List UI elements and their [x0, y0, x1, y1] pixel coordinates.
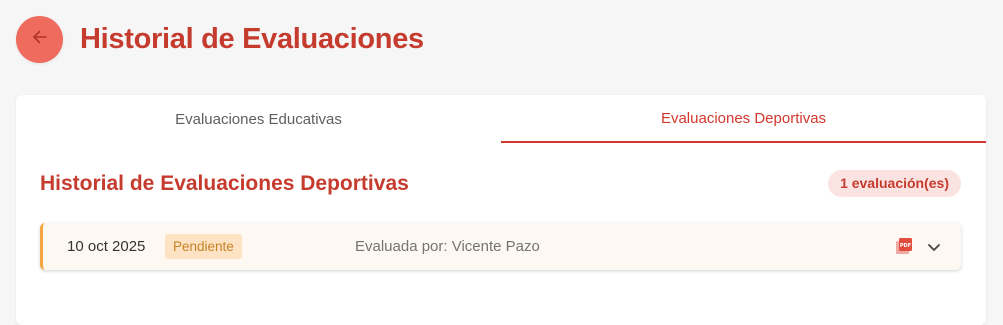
back-button[interactable]	[16, 16, 63, 63]
tab-bar: Evaluaciones Educativas Evaluaciones Dep…	[16, 95, 986, 143]
status-badge: Pendiente	[165, 234, 242, 259]
evaluator-label: Evaluada por: Vicente Pazo	[355, 238, 540, 255]
evaluation-row[interactable]: 10 oct 2025 Pendiente Evaluada por: Vice…	[40, 223, 961, 270]
tab-deportivas[interactable]: Evaluaciones Deportivas	[501, 95, 986, 143]
section-title: Historial de Evaluaciones Deportivas	[40, 172, 409, 195]
pdf-icon[interactable]: PDF	[894, 236, 914, 256]
tab-educativas[interactable]: Evaluaciones Educativas	[16, 95, 501, 143]
count-badge: 1 evaluación(es)	[828, 170, 961, 197]
chevron-down-icon[interactable]	[924, 237, 944, 257]
svg-text:PDF: PDF	[900, 243, 911, 249]
arrow-left-icon	[30, 27, 50, 52]
evaluation-date: 10 oct 2025	[67, 238, 146, 255]
page-title: Historial de Evaluaciones	[80, 23, 424, 55]
evaluations-card: Evaluaciones Educativas Evaluaciones Dep…	[16, 95, 986, 325]
page-header: Historial de Evaluaciones	[16, 16, 424, 63]
